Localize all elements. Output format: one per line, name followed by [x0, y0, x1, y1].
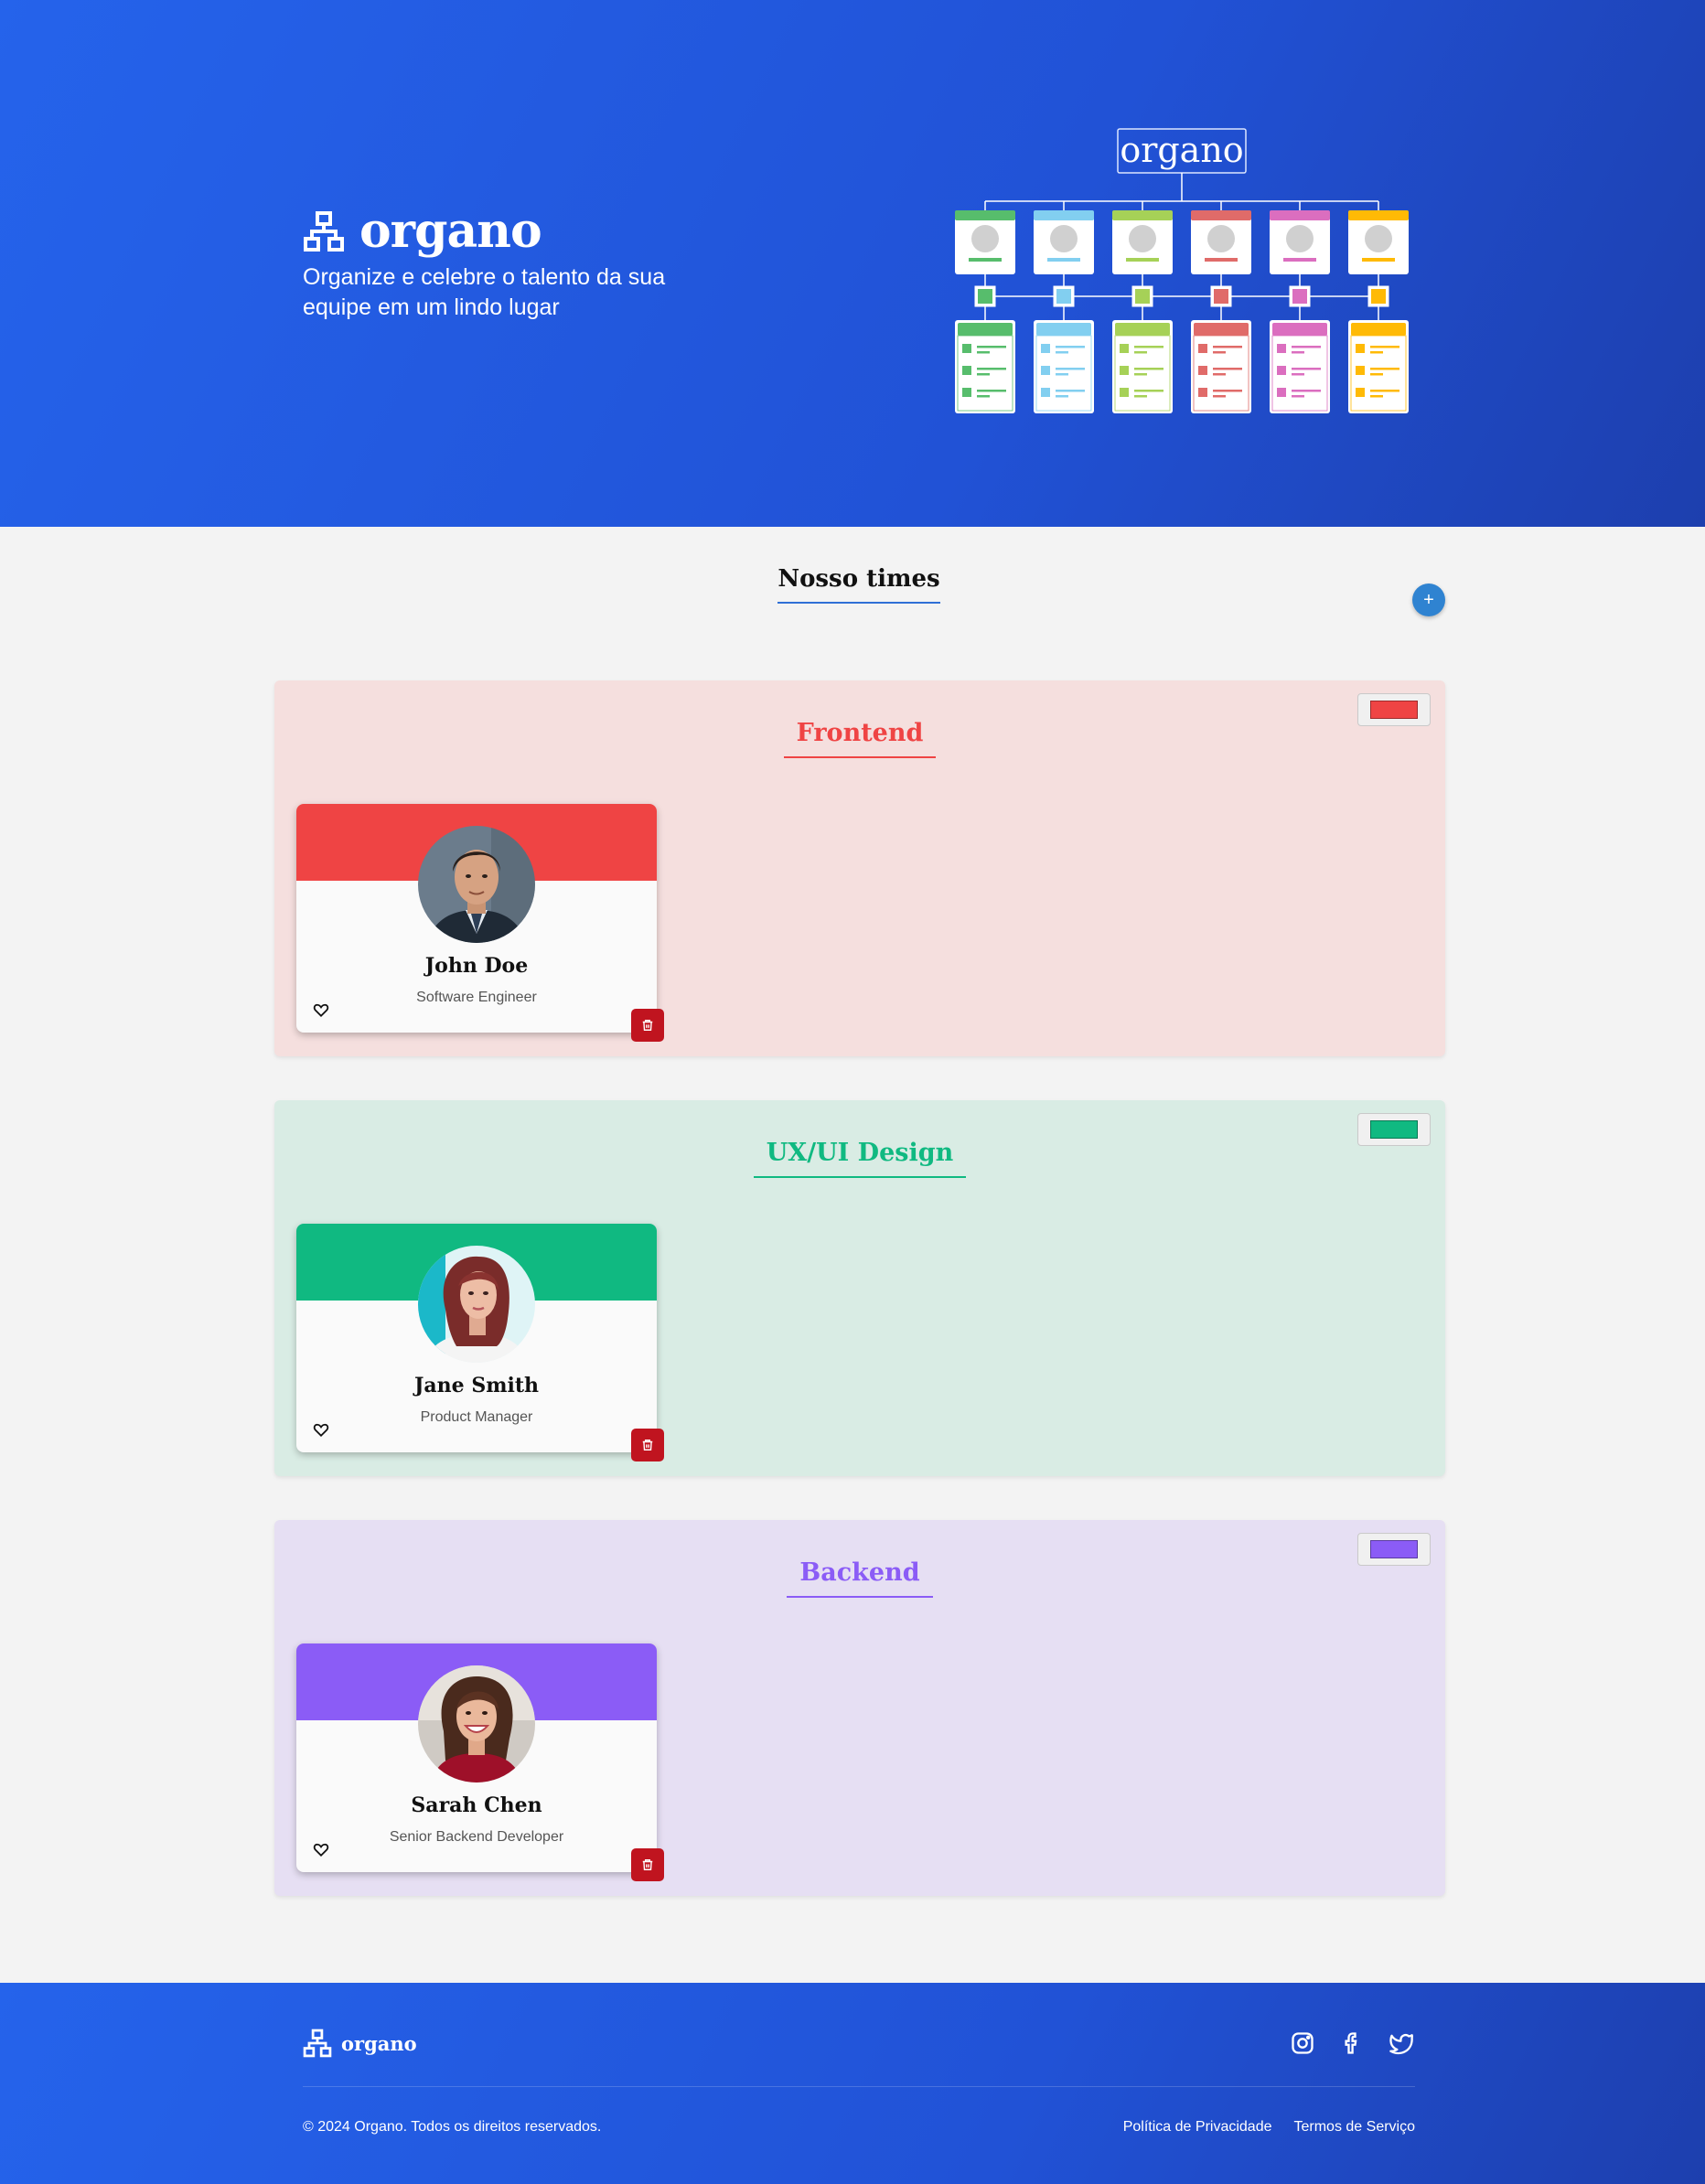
- org-chart-illustration: organo: [955, 128, 1409, 413]
- brand-name: organo: [359, 203, 542, 259]
- trash-icon: [642, 1859, 653, 1870]
- team-color-picker[interactable]: [1357, 1113, 1431, 1146]
- team-section-ux-ui-design: UX/UI Design Jane Smith Product Manager: [274, 1100, 1445, 1476]
- avatar: [418, 1665, 535, 1783]
- member-name: Jane Smith: [414, 1374, 539, 1397]
- twitter-icon[interactable]: [1389, 2030, 1414, 2056]
- delete-member-button[interactable]: [631, 1848, 664, 1881]
- team-color-picker[interactable]: [1357, 693, 1431, 726]
- trash-icon: [642, 1440, 653, 1451]
- terms-of-service-link[interactable]: Termos de Serviço: [1294, 2119, 1416, 2136]
- color-swatch: [1370, 1540, 1418, 1558]
- team-title: Frontend: [783, 719, 937, 758]
- team-title: Backend: [787, 1558, 933, 1598]
- team-color-picker[interactable]: [1357, 1533, 1431, 1566]
- heart-icon[interactable]: [313, 1841, 329, 1857]
- footer-brand-name: organo: [341, 2031, 417, 2055]
- member-name: John Doe: [424, 954, 529, 978]
- footer-brand[interactable]: organo: [303, 2029, 417, 2058]
- color-swatch: [1370, 1120, 1418, 1139]
- avatar: [418, 826, 535, 943]
- section-title-wrap: Nosso times: [777, 565, 940, 604]
- facebook-icon[interactable]: [1339, 2030, 1365, 2056]
- copyright: © 2024 Organo. Todos os direitos reserva…: [303, 2119, 602, 2135]
- hero-tagline: Organize e celebre o talento da sua equi…: [303, 264, 666, 320]
- illustration-title: organo: [1120, 130, 1243, 170]
- trash-icon: [642, 1020, 653, 1031]
- member-card: Sarah Chen Senior Backend Developer: [296, 1643, 664, 1881]
- footer-divider: [303, 2086, 1415, 2087]
- member-card: John Doe Software Engineer: [296, 804, 664, 1042]
- team-title: UX/UI Design: [753, 1139, 967, 1178]
- org-chart-icon: [303, 2029, 332, 2058]
- instagram-icon[interactable]: [1290, 2030, 1315, 2056]
- hero-banner: organo Organize e celebre o talento da s…: [0, 0, 1705, 527]
- footer-links: Política de Privacidade Termos de Serviç…: [1123, 2119, 1415, 2136]
- org-chart-icon: [304, 210, 344, 252]
- footer: organo © 2024 Organo. Todos os direitos …: [0, 1983, 1705, 2184]
- privacy-policy-link[interactable]: Política de Privacidade: [1123, 2119, 1272, 2136]
- heart-icon[interactable]: [313, 1001, 329, 1018]
- member-role: Product Manager: [420, 1409, 533, 1425]
- delete-member-button[interactable]: [631, 1429, 664, 1461]
- team-section-backend: Backend Sarah Chen Senior Backend Develo…: [274, 1520, 1445, 1896]
- social-links: [1290, 2030, 1414, 2056]
- avatar: [418, 1246, 535, 1363]
- member-role: Senior Backend Developer: [389, 1829, 564, 1845]
- heart-icon[interactable]: [313, 1421, 329, 1438]
- hero-brand: organo: [303, 203, 542, 259]
- section-title: Nosso times: [777, 565, 940, 604]
- add-team-button[interactable]: +: [1412, 583, 1445, 616]
- color-swatch: [1370, 701, 1418, 719]
- member-role: Software Engineer: [416, 990, 537, 1005]
- team-section-frontend: Frontend John Doe Software Engineer: [274, 680, 1445, 1056]
- member-card: Jane Smith Product Manager: [296, 1224, 664, 1461]
- delete-member-button[interactable]: [631, 1009, 664, 1042]
- member-name: Sarah Chen: [411, 1793, 542, 1817]
